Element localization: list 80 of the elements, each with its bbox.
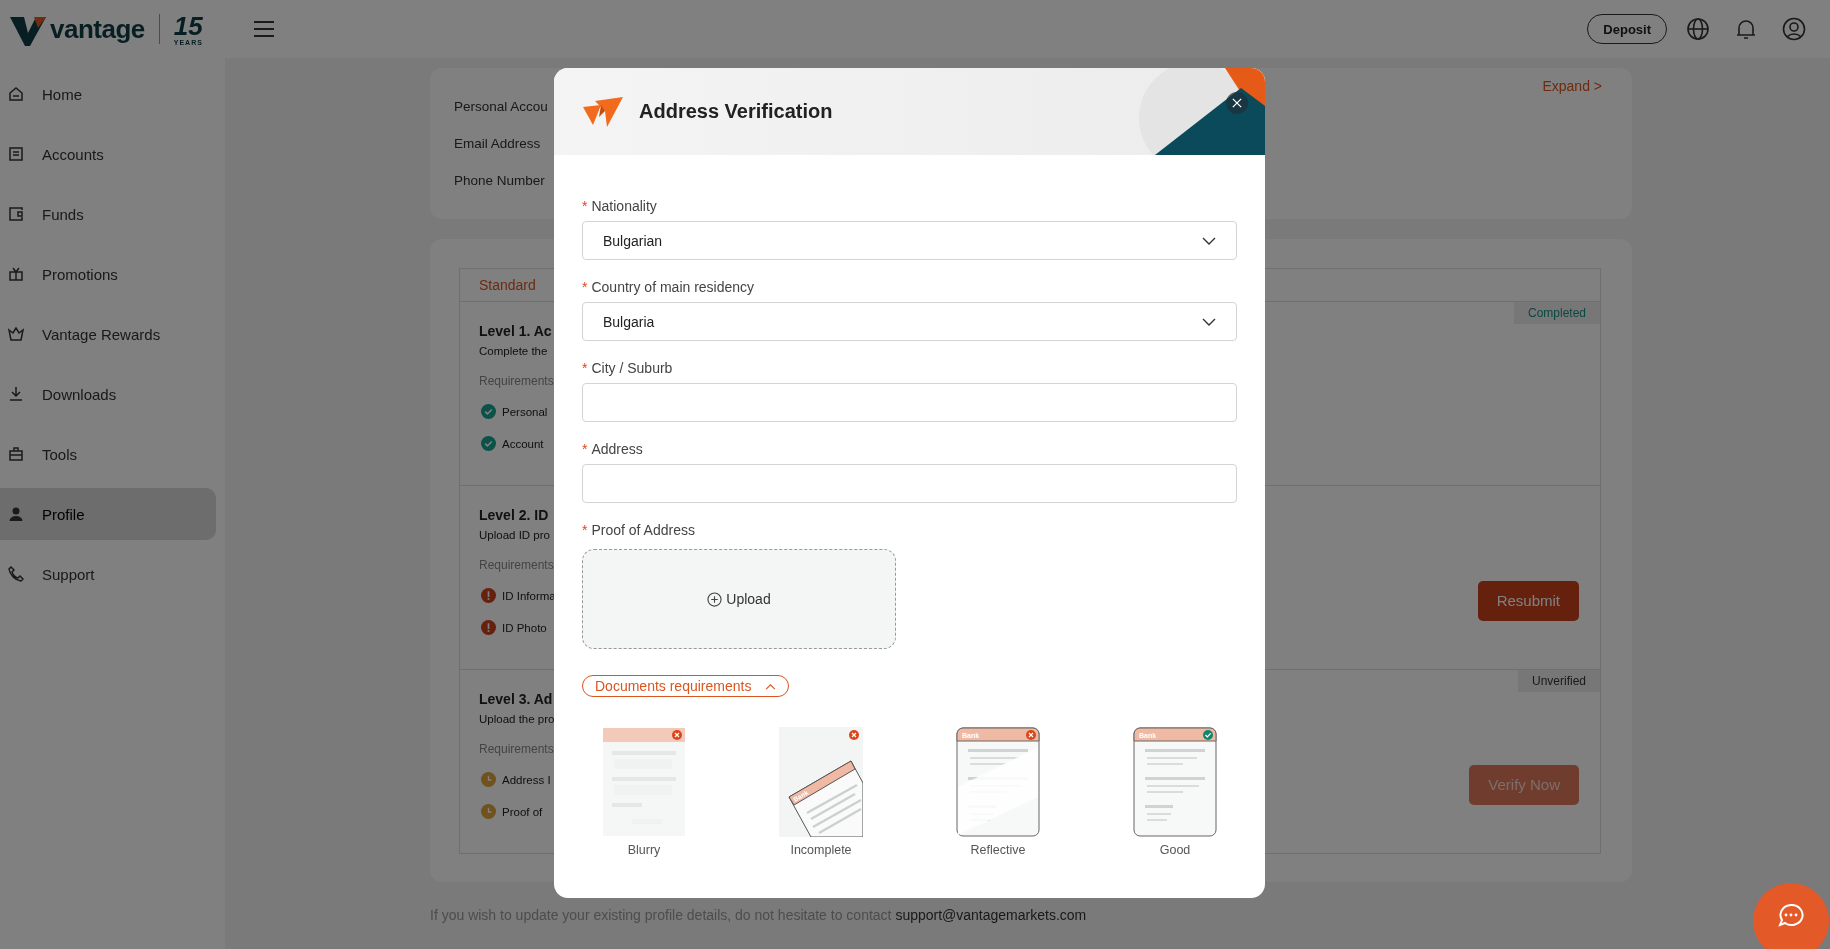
level-title: Level 1. Ac	[479, 323, 552, 339]
profile-field-label: Email Address	[454, 136, 541, 151]
dropdown-field[interactable]: Bulgaria	[582, 302, 1237, 341]
profile-field-label: Personal Accou	[454, 99, 548, 114]
standard-tab[interactable]: Standard	[479, 277, 536, 293]
sidebar-item[interactable]: Tools	[0, 428, 216, 480]
requirements-label: Requirements	[479, 374, 554, 388]
field-label: Nationality	[591, 198, 657, 214]
wallet-icon	[8, 206, 24, 222]
requirements-label: Requirements	[479, 742, 554, 756]
example-caption: Reflective	[970, 843, 1026, 857]
anniversary-number: 15	[173, 12, 203, 39]
toolbox-icon	[8, 446, 24, 462]
menu-icon[interactable]	[254, 21, 274, 37]
chevron-down-icon	[1202, 236, 1216, 245]
chevron-down-icon	[1202, 317, 1216, 326]
status-badge: Unverified	[1517, 670, 1600, 692]
chat-icon	[1778, 903, 1804, 927]
logo-text: vantage	[50, 13, 145, 45]
example-caption: Incomplete	[790, 843, 852, 857]
expand-link[interactable]: Expand >	[1542, 78, 1602, 94]
deposit-button[interactable]: Deposit	[1587, 14, 1667, 44]
sidebar-item[interactable]: Downloads	[0, 368, 216, 420]
level-title: Level 2. ID	[479, 507, 549, 523]
dropdown-field[interactable]: Bulgarian	[582, 221, 1237, 260]
v-logo-icon	[10, 15, 46, 47]
document-icon	[8, 146, 24, 162]
download-icon	[8, 386, 24, 402]
profile-field-label: Phone Number	[454, 173, 545, 188]
status-badge: Completed	[1513, 302, 1600, 324]
plus-circle-icon	[707, 591, 723, 607]
level-action-button[interactable]: Resubmit	[1477, 580, 1579, 621]
level-description: Complete the	[479, 345, 548, 357]
basket-icon	[8, 326, 24, 342]
field-label: Country of main residency	[591, 279, 755, 295]
email-link[interactable]: support@vantagemarkets.com	[895, 907, 1087, 923]
dropdown-value: Bulgarian	[603, 232, 663, 249]
required-mark: *	[582, 360, 588, 376]
example-caption: Good	[1159, 843, 1191, 857]
sidebar-item[interactable]: Funds	[0, 188, 216, 240]
arrow-logo-icon	[583, 96, 623, 127]
example-caption: Blurry	[627, 843, 661, 857]
close-icon	[1232, 98, 1242, 108]
dropdown-value: Bulgaria	[603, 313, 655, 330]
required-mark: *	[582, 279, 588, 295]
globe-icon[interactable]	[1686, 17, 1710, 41]
user-icon[interactable]	[1782, 17, 1806, 41]
upload-label: Upload	[726, 591, 771, 607]
requirement-text: ID Photo	[502, 621, 547, 634]
required-mark: *	[582, 198, 588, 214]
home-icon	[8, 86, 24, 102]
sidebar-item[interactable]: Accounts	[0, 128, 216, 180]
upload-area[interactable]: Upload	[582, 549, 896, 649]
level-description: Upload ID pro	[479, 529, 550, 541]
field-label: Address	[591, 441, 643, 457]
field-label: City / Suburb	[591, 360, 673, 376]
field-label: Proof of Address	[591, 522, 695, 538]
level-title: Level 3. Ad	[479, 691, 553, 707]
phone-icon	[8, 566, 24, 582]
requirements-label: Requirements	[479, 558, 554, 572]
sidebar-item[interactable]: Support	[0, 548, 216, 600]
requirement-text: Address I	[502, 773, 551, 786]
input-field[interactable]	[582, 464, 1237, 503]
level-description: Upload the pro	[479, 713, 555, 725]
requirement-text: Proof of	[502, 805, 543, 818]
chevron-up-icon	[765, 682, 777, 690]
required-mark: *	[582, 441, 588, 457]
sidebar-item[interactable]: Profile	[0, 488, 216, 540]
documents-requirements-toggle[interactable]: Documents requirements	[582, 675, 790, 697]
requirement-text: Account	[502, 437, 544, 450]
required-mark: *	[582, 522, 588, 538]
gift-icon	[8, 266, 24, 282]
sidebar-item[interactable]: Vantage Rewards	[0, 308, 216, 360]
requirement-text: Personal	[502, 405, 548, 418]
input-field[interactable]	[582, 383, 1237, 422]
sidebar-item[interactable]: Promotions	[0, 248, 216, 300]
person-icon	[8, 506, 24, 522]
bell-icon[interactable]	[1734, 17, 1758, 41]
dialog-title: Address Verification	[639, 100, 833, 123]
sidebar-item[interactable]: Home	[0, 68, 216, 120]
